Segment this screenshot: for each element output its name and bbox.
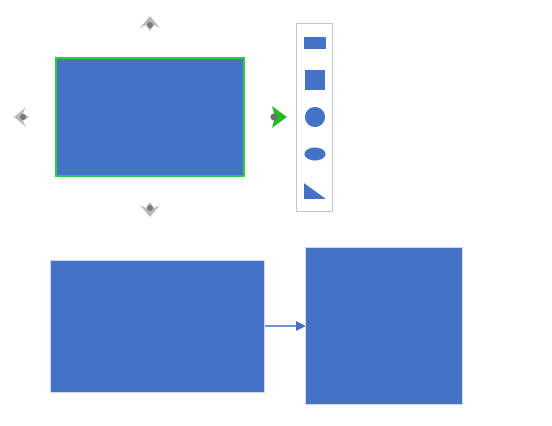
connector-arrow[interactable] [265, 319, 307, 333]
quick-shape-ellipse[interactable] [297, 137, 332, 171]
square-icon [304, 70, 325, 90]
chevron-up-icon [140, 16, 160, 31]
selected-rectangle-shape[interactable] [55, 57, 245, 177]
quick-shape-triangle[interactable] [297, 174, 332, 208]
triangle-icon [303, 183, 326, 199]
diagram-shape-square[interactable] [305, 247, 463, 405]
chevron-left-icon [14, 107, 29, 127]
rectangle-icon [303, 37, 326, 49]
quick-shape-circle[interactable] [297, 100, 332, 134]
quick-shape-rectangle[interactable] [297, 26, 332, 60]
chevron-right-icon [270, 106, 287, 128]
chevron-down-icon [140, 202, 160, 217]
arrow-right-icon [265, 321, 306, 331]
quick-shape-square[interactable] [297, 63, 332, 97]
quick-shapes-toolbar [296, 23, 333, 212]
auto-connect-arrow-left[interactable] [9, 104, 35, 130]
auto-connect-arrow-down[interactable] [137, 196, 163, 222]
ellipse-icon [304, 147, 325, 161]
auto-connect-arrow-right[interactable] [265, 104, 291, 130]
circle-icon [304, 107, 325, 127]
diagram-shape-rectangle[interactable] [50, 260, 265, 393]
auto-connect-arrow-up[interactable] [137, 11, 163, 37]
